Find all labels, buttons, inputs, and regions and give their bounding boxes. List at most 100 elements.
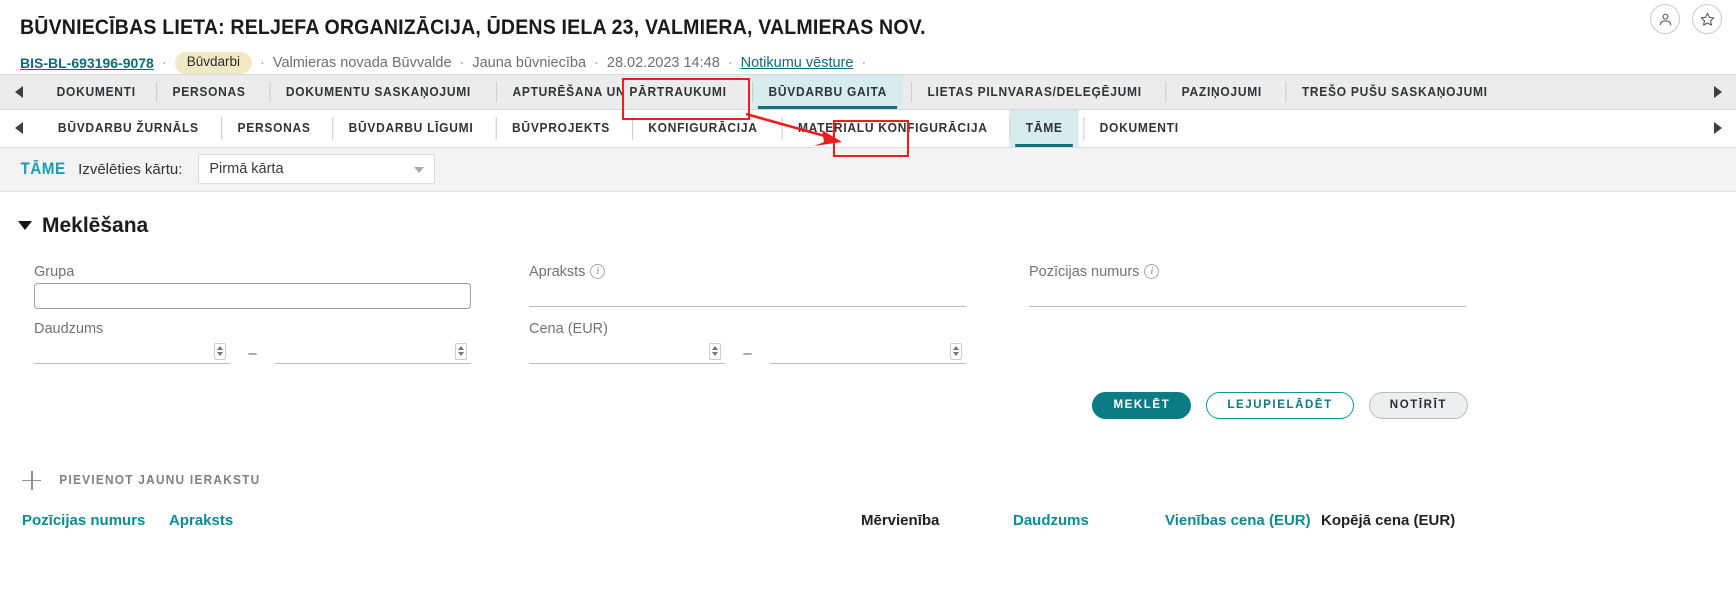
- info-icon[interactable]: i: [590, 264, 606, 280]
- search-actions: MEKLĒT LEJUPIELĀDĒT NOTĪRĪT: [0, 364, 1736, 419]
- search-section-header: Meklēšana: [0, 192, 1736, 238]
- star-icon[interactable]: [1692, 4, 1722, 34]
- apraksts-input[interactable]: [529, 282, 966, 307]
- subtab-buvprojekts[interactable]: BŪVPROJEKTS: [495, 110, 627, 147]
- daudzums-to-wrap: [275, 339, 471, 364]
- subtab-dokumenti[interactable]: DOKUMENTI: [1083, 110, 1195, 147]
- cena-label-text: Cena (EUR): [529, 320, 608, 337]
- tab-label: PERSONAS: [237, 121, 311, 136]
- subtab-personas[interactable]: PERSONAS: [220, 110, 327, 147]
- tab-label: BŪVDARBU ŽURNĀLS: [57, 121, 199, 136]
- download-button[interactable]: LEJUPIELĀDĒT: [1206, 391, 1354, 419]
- tab-label: BŪVPROJEKTS: [511, 121, 610, 136]
- search-column-middle: Apraksts i Cena (EUR) –: [529, 264, 1029, 364]
- tab-label: DOKUMENTU SASKAŅOJUMI: [285, 84, 471, 99]
- subtab-konfiguracija[interactable]: KONFIGURĀCIJA: [631, 110, 774, 147]
- cena-from-input[interactable]: [529, 339, 725, 364]
- tab-lietas-pilnvaras-delegejumi[interactable]: LIETAS PILNVARAS/DELEĢĒJUMI: [911, 75, 1158, 109]
- column-header-mervieniba[interactable]: Mērvienība: [861, 512, 1013, 529]
- search-section-title: Meklēšana: [42, 213, 149, 237]
- caret-down-icon[interactable]: [18, 221, 32, 231]
- daudzums-label: Daudzums: [34, 321, 529, 337]
- secondary-tabs: BŪVDARBU ŽURNĀLS PERSONAS BŪVDARBU LĪGUM…: [38, 109, 1698, 147]
- subtab-materialu-konfiguracija[interactable]: MATERIĀLU KONFIGURĀCIJA: [781, 110, 1003, 147]
- page-header: BŪVNIECĪBAS LIETA: RELJEFA ORGANIZĀCIJA,…: [0, 0, 1736, 74]
- tab-treso-pusu-saskanojumi[interactable]: TREŠO PUŠU SASKAŅOJUMI: [1285, 75, 1505, 109]
- search-column-left: Grupa Daudzums –: [34, 264, 529, 364]
- search-button[interactable]: MEKLĒT: [1092, 391, 1192, 419]
- stage-select[interactable]: Pirmā kārta: [198, 154, 436, 185]
- cena-to-wrap: [770, 339, 966, 364]
- chevron-right-icon[interactable]: [1698, 110, 1736, 147]
- secondary-tab-bar: BŪVDARBU ŽURNĀLS PERSONAS BŪVDARBU LĪGUM…: [0, 109, 1736, 148]
- cena-to-input[interactable]: [770, 339, 966, 364]
- tab-label: KONFIGURĀCIJA: [648, 121, 758, 136]
- tab-label: PAZIŅOJUMI: [1182, 84, 1263, 99]
- pozicijas-numurs-label-text: Pozīcijas numurs: [1029, 263, 1140, 280]
- subtab-buvdarbu-zurnals[interactable]: BŪVDARBU ŽURNĀLS: [42, 110, 215, 147]
- column-header-daudzums[interactable]: Daudzums: [1013, 512, 1165, 529]
- cena-from-stepper[interactable]: [709, 342, 721, 360]
- chevron-right-icon[interactable]: [1698, 75, 1736, 109]
- select-stage-label: Izvēlēties kārtu:: [78, 160, 183, 178]
- authority-label: Valmieras novada Būvvalde: [272, 54, 452, 71]
- meta-separator-5: ·: [727, 54, 733, 71]
- meta-separator-1: ·: [161, 54, 167, 71]
- tab-dokumentu-saskanojumi[interactable]: DOKUMENTU SASKAŅOJUMI: [269, 75, 487, 109]
- daudzums-from-stepper[interactable]: [214, 342, 226, 360]
- cena-to-stepper[interactable]: [950, 342, 962, 360]
- tab-label: BŪVDARBU LĪGUMI: [348, 121, 474, 136]
- tame-toolbar: TĀME Izvēlēties kārtu: Pirmā kārta: [0, 147, 1736, 192]
- tame-title: TĀME: [20, 159, 66, 179]
- add-new-record-button[interactable]: PIEVIENOT JAUNU IERAKSTU: [0, 419, 1736, 490]
- cena-label: Cena (EUR): [529, 321, 1029, 337]
- user-circle-icon[interactable]: [1650, 4, 1680, 34]
- status-badge: Būvdarbi: [174, 52, 252, 74]
- info-icon[interactable]: i: [1144, 264, 1160, 280]
- column-header-pozicijas-numurs[interactable]: Pozīcijas numurs: [22, 512, 169, 529]
- search-form: Grupa Daudzums – Apraksts i Cena (EUR) –…: [0, 238, 1736, 364]
- subtab-tame[interactable]: TĀME: [1009, 109, 1080, 147]
- column-header-apraksts[interactable]: Apraksts: [169, 512, 861, 529]
- clear-button[interactable]: NOTĪRĪT: [1368, 391, 1468, 419]
- column-header-vienibas-cena[interactable]: Vienības cena (EUR): [1165, 512, 1321, 529]
- pozicijas-numurs-input[interactable]: [1029, 282, 1466, 307]
- chevron-left-icon[interactable]: [0, 75, 38, 109]
- tab-label: BŪVDARBU GAITA: [768, 84, 887, 99]
- pozicijas-numurs-label: Pozīcijas numurs i: [1029, 264, 1499, 280]
- tab-label: DOKUMENTI: [1099, 121, 1179, 136]
- cena-range-separator: –: [743, 344, 752, 362]
- daudzums-range-separator: –: [248, 344, 257, 362]
- tab-label: PERSONAS: [172, 84, 247, 99]
- daudzums-range: –: [34, 339, 529, 364]
- tab-pazinojumi[interactable]: PAZIŅOJUMI: [1165, 75, 1279, 109]
- apraksts-label-text: Apraksts: [529, 263, 586, 280]
- daudzums-label-text: Daudzums: [34, 320, 104, 337]
- column-header-kopeja-cena[interactable]: Kopējā cena (EUR): [1321, 512, 1501, 529]
- daudzums-from-wrap: [34, 339, 230, 364]
- grupa-label-text: Grupa: [34, 263, 75, 280]
- tab-buvdarbu-gaita[interactable]: BŪVDARBU GAITA: [751, 74, 903, 109]
- case-number-link[interactable]: BIS-BL-693196-9078: [20, 55, 154, 71]
- tab-label: APTURĒŠANA UN PĀRTRAUKUMI: [512, 84, 728, 99]
- tab-apturesana-un-partraukumi[interactable]: APTURĒŠANA UN PĀRTRAUKUMI: [496, 75, 744, 109]
- tab-personas[interactable]: PERSONAS: [156, 75, 263, 109]
- chevron-left-icon[interactable]: [0, 110, 38, 147]
- header-icon-group: [1650, 4, 1722, 34]
- case-datetime: 28.02.2023 14:48: [606, 54, 720, 71]
- stage-select-value: Pirmā kārta: [209, 161, 284, 178]
- plus-icon: [22, 470, 41, 490]
- subtab-buvdarbu-ligumi[interactable]: BŪVDARBU LĪGUMI: [332, 110, 489, 147]
- daudzums-from-input[interactable]: [34, 339, 230, 364]
- event-history-link[interactable]: Notikumu vēsture: [741, 55, 854, 71]
- primary-tabs: DOKUMENTI PERSONAS DOKUMENTU SASKAŅOJUMI…: [38, 74, 1698, 109]
- tab-dokumenti[interactable]: DOKUMENTI: [40, 75, 152, 109]
- meta-separator-3: ·: [459, 54, 465, 71]
- grupa-input[interactable]: [34, 282, 471, 309]
- add-new-record-label: PIEVIENOT JAUNU IERAKSTU: [59, 473, 261, 488]
- chevron-down-icon: [414, 167, 425, 174]
- daudzums-to-input[interactable]: [275, 339, 471, 364]
- tab-label: TREŠO PUŠU SASKAŅOJUMI: [1301, 84, 1488, 99]
- meta-separator-6: ·: [861, 54, 867, 71]
- daudzums-to-stepper[interactable]: [455, 342, 467, 360]
